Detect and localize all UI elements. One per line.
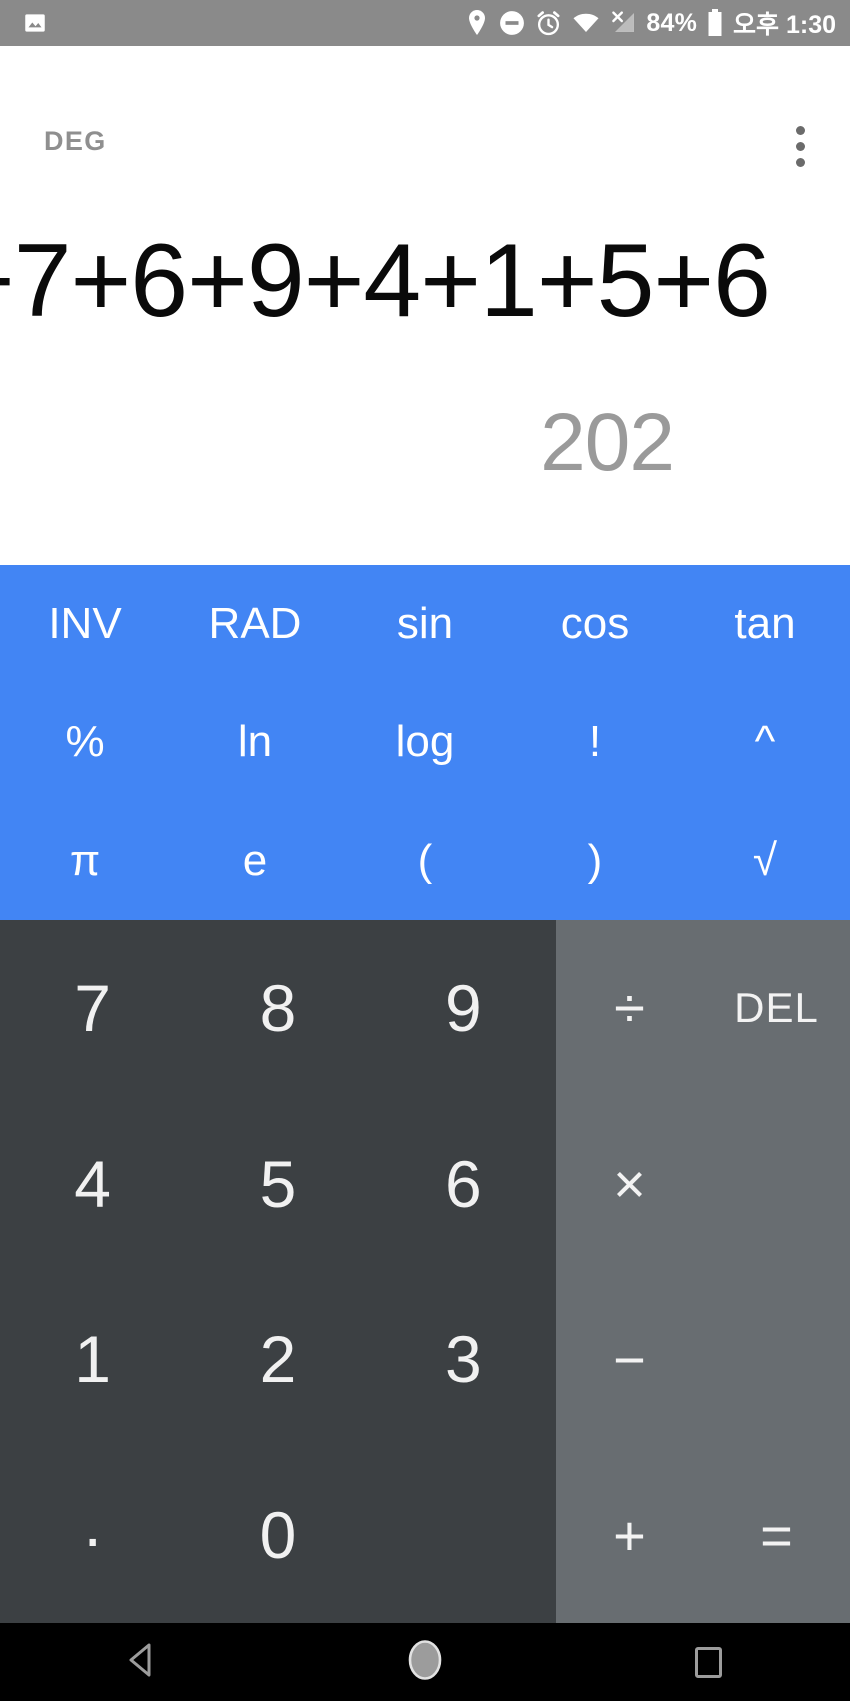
alarm-clock-icon (535, 10, 562, 37)
sqrt-key[interactable]: √ (680, 802, 850, 920)
numeric-keypad: 7 8 9 4 5 6 1 2 3 . 0 (0, 920, 556, 1623)
digit-6-key[interactable]: 6 (371, 1096, 556, 1272)
status-bar: 84% 오후 1:30 (0, 0, 850, 46)
home-icon (405, 1637, 445, 1688)
operator-spacer-2 (703, 1272, 850, 1448)
status-bar-left (22, 10, 48, 36)
overflow-dot-1 (795, 125, 805, 135)
battery-percent-label: 84% (646, 8, 698, 37)
operator-keypad: ÷ DEL × − + = (556, 920, 850, 1623)
angle-mode-label: DEG (44, 126, 107, 156)
back-button[interactable] (87, 1623, 197, 1701)
divide-key[interactable]: ÷ (556, 920, 703, 1096)
overflow-dot-2 (795, 141, 805, 151)
e-key[interactable]: e (170, 802, 340, 920)
digit-8-key[interactable]: 8 (185, 920, 370, 1096)
wifi-icon (572, 11, 600, 35)
calculator-display: DEG +7+6+9+4+1+5+6 202 (0, 46, 850, 565)
ln-key[interactable]: ln (170, 683, 340, 801)
scientific-keypad: INV RAD sin cos tan % ln log ! ^ π e ( )… (0, 565, 850, 920)
percent-key[interactable]: % (0, 683, 170, 801)
decimal-point-key[interactable]: . (0, 1447, 185, 1623)
sin-key[interactable]: sin (340, 565, 510, 683)
operator-row-subtract: − (556, 1272, 850, 1448)
clock-label: 오후 1:30 (733, 11, 836, 39)
home-button[interactable] (370, 1623, 480, 1701)
battery-icon (707, 9, 723, 37)
overflow-menu-button[interactable] (772, 118, 828, 174)
digit-4-key[interactable]: 4 (0, 1096, 185, 1272)
digit-0-key[interactable]: 0 (185, 1447, 370, 1623)
equals-key[interactable]: = (703, 1447, 850, 1623)
digit-2-key[interactable]: 2 (185, 1272, 370, 1448)
operator-spacer-1 (703, 1096, 850, 1272)
power-key[interactable]: ^ (680, 683, 850, 801)
digit-3-key[interactable]: 3 (371, 1272, 556, 1448)
delete-key[interactable]: DEL (703, 920, 850, 1096)
operator-row-multiply: × (556, 1096, 850, 1272)
overflow-dot-3 (795, 157, 805, 167)
location-pin-icon (465, 9, 489, 37)
add-key[interactable]: + (556, 1447, 703, 1623)
formula-field[interactable]: +7+6+9+4+1+5+6 (0, 222, 850, 340)
cellular-off-icon (610, 10, 636, 36)
recents-icon (694, 1646, 722, 1678)
inv-key[interactable]: INV (0, 565, 170, 683)
subtract-key[interactable]: − (556, 1272, 703, 1448)
open-paren-key[interactable]: ( (340, 802, 510, 920)
close-paren-key[interactable]: ) (510, 802, 680, 920)
tan-key[interactable]: tan (680, 565, 850, 683)
pi-key[interactable]: π (0, 802, 170, 920)
operator-row-divide: ÷ DEL (556, 920, 850, 1096)
cos-key[interactable]: cos (510, 565, 680, 683)
recents-button[interactable] (653, 1623, 763, 1701)
digit-5-key[interactable]: 5 (185, 1096, 370, 1272)
blank-key (371, 1447, 556, 1623)
digit-9-key[interactable]: 9 (371, 920, 556, 1096)
back-icon (125, 1641, 159, 1684)
result-text: 202 (540, 397, 675, 488)
calculator-app: 84% 오후 1:30 DEG +7+6+9+4+1+5+6 202 INV R… (0, 0, 850, 1701)
rad-key[interactable]: RAD (170, 565, 340, 683)
log-key[interactable]: log (340, 683, 510, 801)
do-not-disturb-icon (499, 10, 525, 36)
image-icon (22, 10, 48, 36)
digit-1-key[interactable]: 1 (0, 1272, 185, 1448)
digit-7-key[interactable]: 7 (0, 920, 185, 1096)
android-navigation-bar (0, 1623, 850, 1701)
operator-row-add-equals: + = (556, 1447, 850, 1623)
multiply-key[interactable]: × (556, 1096, 703, 1272)
factorial-key[interactable]: ! (510, 683, 680, 801)
formula-text: +7+6+9+4+1+5+6 (0, 222, 771, 339)
status-bar-right: 84% 오후 1:30 (465, 5, 836, 41)
